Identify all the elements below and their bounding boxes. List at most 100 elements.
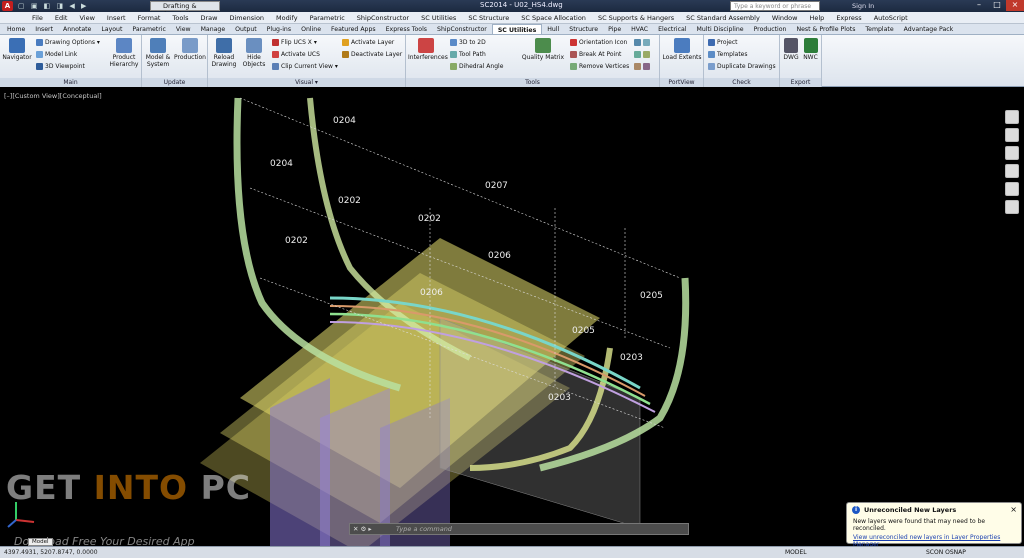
- showmotion-icon[interactable]: [1005, 200, 1019, 214]
- load-extents-button[interactable]: Load Extents: [662, 38, 702, 61]
- navigator-button[interactable]: Navigator: [2, 38, 32, 61]
- osnap-toggle[interactable]: SCON OSNAP: [926, 549, 966, 556]
- hide-objects-button[interactable]: Hide Objects: [240, 38, 268, 68]
- sign-in-link[interactable]: Sign In: [852, 2, 874, 10]
- quality-matrix-button[interactable]: Quality Matrix: [520, 38, 566, 61]
- model-link-button[interactable]: Model Link: [36, 50, 77, 59]
- menu-item[interactable]: Parametric: [304, 12, 351, 23]
- workspace-dropdown[interactable]: Drafting & Annotation: [150, 1, 220, 18]
- minimize-icon[interactable]: –: [970, 0, 988, 11]
- check-project-button[interactable]: Project: [708, 38, 738, 47]
- ribbon-tab[interactable]: Output: [230, 24, 262, 34]
- production-icon: [182, 38, 198, 53]
- menu-item[interactable]: SC Structure: [462, 12, 515, 23]
- zoom-icon[interactable]: [1005, 146, 1019, 160]
- break-at-point-button[interactable]: Break At Point: [570, 50, 621, 59]
- ribbon-tab[interactable]: View: [171, 24, 196, 34]
- ribbon-tab[interactable]: Parametric: [127, 24, 171, 34]
- pan-icon[interactable]: [1005, 128, 1019, 142]
- ribbon-tab[interactable]: Featured Apps: [326, 24, 381, 34]
- orientation-icon-button[interactable]: Orientation Icon: [570, 38, 627, 47]
- ribbon-tab[interactable]: Pipe: [603, 24, 626, 34]
- menu-item[interactable]: AutoScript: [868, 12, 914, 23]
- menu-item[interactable]: Tools: [166, 12, 194, 23]
- command-input[interactable]: Type a command: [396, 525, 452, 533]
- deactivate-layer-button[interactable]: Deactivate Layer: [342, 50, 402, 59]
- dihedral-angle-button[interactable]: Dihedral Angle: [450, 62, 503, 71]
- close-icon[interactable]: ×: [1006, 0, 1024, 11]
- menu-item[interactable]: ShipConstructor: [351, 12, 415, 23]
- notification-close-icon[interactable]: ×: [1010, 505, 1017, 514]
- activate-layer-button[interactable]: Activate Layer: [342, 38, 394, 47]
- command-line[interactable]: ✕ ⚙ ▸ Type a command: [349, 523, 689, 535]
- interferences-button[interactable]: Interferences: [408, 38, 448, 61]
- product-hierarchy-button[interactable]: Product Hierarchy: [108, 38, 140, 68]
- ribbon-tab[interactable]: Manage: [196, 24, 231, 34]
- menu-item[interactable]: Dimension: [223, 12, 270, 23]
- menu-item[interactable]: Modify: [270, 12, 304, 23]
- model-space-toggle[interactable]: MODEL: [785, 549, 807, 556]
- command-line-controls[interactable]: ✕ ⚙ ▸: [353, 524, 372, 535]
- menu-item[interactable]: Draw: [195, 12, 224, 23]
- autocad-logo-icon[interactable]: A: [2, 1, 13, 11]
- ribbon-tab[interactable]: Multi Discipline: [692, 24, 749, 34]
- tool-extra-3[interactable]: [634, 62, 652, 71]
- menu-item[interactable]: Insert: [101, 12, 132, 23]
- export-nwc-button[interactable]: NWC: [801, 38, 820, 61]
- tool-extra-2[interactable]: [634, 50, 652, 59]
- ribbon-tab[interactable]: Online: [296, 24, 326, 34]
- flip-ucs-button[interactable]: Flip UCS X ▾: [272, 38, 317, 47]
- frame-label: 0202: [338, 196, 361, 206]
- 3d-to-2d-button[interactable]: 3D to 2D: [450, 38, 486, 47]
- ribbon-tab[interactable]: Layout: [96, 24, 127, 34]
- tab-model[interactable]: Model: [28, 538, 53, 546]
- ribbon-tab[interactable]: Insert: [30, 24, 58, 34]
- menu-item[interactable]: Help: [803, 12, 830, 23]
- ribbon-tab[interactable]: Home: [2, 24, 30, 34]
- duplicate-drawings-button[interactable]: Duplicate Drawings: [708, 62, 776, 71]
- viewpoint-button[interactable]: 3D Viewpoint: [36, 62, 85, 71]
- tool-extra-1[interactable]: [634, 38, 652, 47]
- ribbon-tab[interactable]: Nest & Profile Plots: [791, 24, 860, 34]
- drawing-options-button[interactable]: Drawing Options ▾: [36, 38, 100, 47]
- frame-label: 0206: [420, 288, 443, 298]
- ribbon-tab[interactable]: Plug-ins: [262, 24, 296, 34]
- ribbon-tab[interactable]: SC Utilities: [491, 24, 543, 34]
- remove-vertices-button[interactable]: Remove Vertices: [570, 62, 629, 71]
- ribbon-tab[interactable]: Electrical: [653, 24, 691, 34]
- quick-access-toolbar[interactable]: ▢ ▣ ◧ ◨ ◀ ▶: [18, 2, 88, 10]
- export-dwg-button[interactable]: DWG: [782, 38, 800, 61]
- steering-wheel-icon[interactable]: [1005, 182, 1019, 196]
- production-button[interactable]: Production: [174, 38, 206, 61]
- menu-item[interactable]: SC Space Allocation: [515, 12, 592, 23]
- ribbon-tab[interactable]: Advantage Pack: [899, 24, 959, 34]
- model-system-button[interactable]: Model & System: [144, 38, 172, 68]
- tool-path-button[interactable]: Tool Path: [450, 50, 486, 59]
- menu-item[interactable]: SC Utilities: [415, 12, 462, 23]
- activate-ucs-button[interactable]: Activate UCS: [272, 50, 320, 59]
- help-search-input[interactable]: Type a keyword or phrase: [730, 1, 820, 11]
- panel-title-visual[interactable]: Visual ▾: [208, 78, 405, 87]
- menu-item[interactable]: Window: [766, 12, 804, 23]
- menu-item[interactable]: Edit: [49, 12, 74, 23]
- ribbon-tab[interactable]: Express Tools: [381, 24, 432, 34]
- ribbon-tab[interactable]: Template: [860, 24, 898, 34]
- ribbon-tab[interactable]: Production: [749, 24, 792, 34]
- ribbon-tab[interactable]: Annotate: [58, 24, 96, 34]
- clip-current-view-button[interactable]: Clip Current View ▾: [272, 62, 338, 71]
- ribbon-tab[interactable]: Hull: [542, 24, 564, 34]
- menu-item[interactable]: File: [26, 12, 49, 23]
- check-templates-button[interactable]: Templates: [708, 50, 748, 59]
- orbit-icon[interactable]: [1005, 164, 1019, 178]
- menu-item[interactable]: SC Standard Assembly: [680, 12, 766, 23]
- viewcube-icon[interactable]: [1005, 110, 1019, 124]
- menu-item[interactable]: View: [73, 12, 100, 23]
- menu-item[interactable]: Express: [830, 12, 867, 23]
- ribbon-tab[interactable]: Structure: [564, 24, 603, 34]
- ribbon-tab[interactable]: ShipConstructor: [432, 24, 492, 34]
- reload-drawing-button[interactable]: Reload Drawing: [210, 38, 238, 68]
- menu-item[interactable]: Format: [132, 12, 167, 23]
- maximize-icon[interactable]: □: [988, 0, 1006, 11]
- menu-item[interactable]: SC Supports & Hangers: [592, 12, 680, 23]
- ribbon-tab[interactable]: HVAC: [626, 24, 653, 34]
